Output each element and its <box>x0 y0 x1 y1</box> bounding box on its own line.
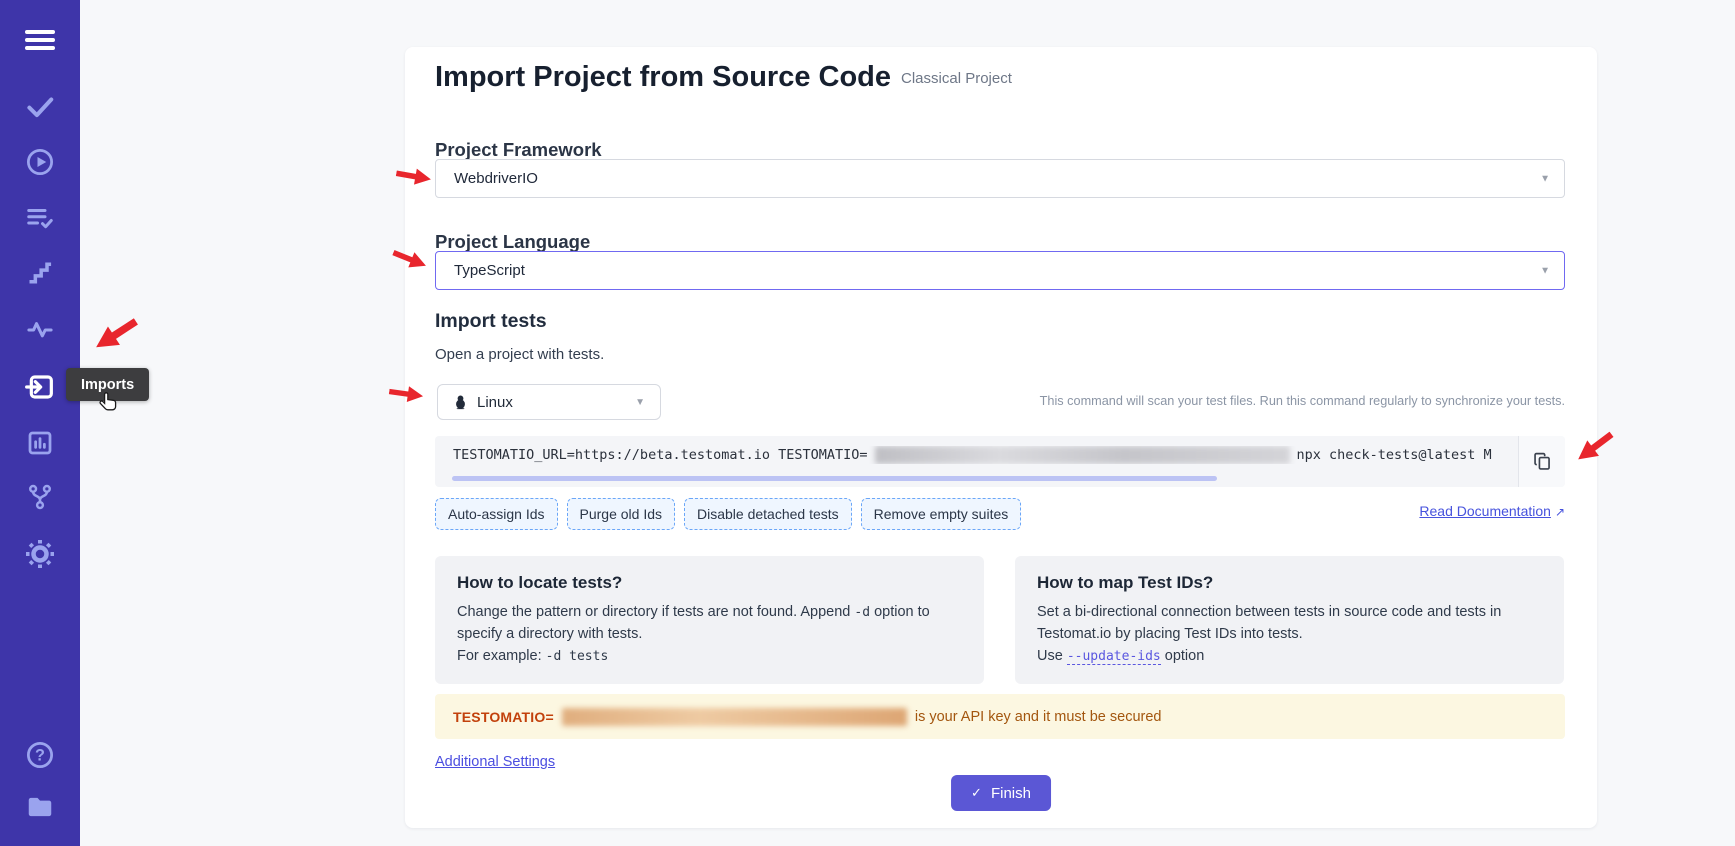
import-tests-heading: Import tests <box>435 310 547 333</box>
read-documentation-label: Read Documentation <box>1419 503 1551 519</box>
check-icon: ✓ <box>971 785 982 801</box>
sidebar-item-runs[interactable] <box>24 146 56 178</box>
info-text: Set a bi-directional connection between … <box>1037 604 1501 642</box>
chevron-down-icon: ▼ <box>1540 265 1550 276</box>
sidebar-item-settings[interactable] <box>24 538 56 570</box>
chevron-down-icon: ▼ <box>635 397 645 408</box>
help-icon: ? <box>25 740 55 770</box>
cursor-pointer-icon <box>98 391 122 420</box>
horizontal-scrollbar[interactable] <box>452 476 1217 481</box>
annotation-arrow-imports <box>86 309 144 361</box>
info-box-body: Set a bi-directional connection between … <box>1037 602 1542 667</box>
play-circle-icon <box>25 147 55 177</box>
sidebar-item-tests[interactable] <box>24 91 56 123</box>
project-type-badge: Classical Project <box>901 70 1012 87</box>
warning-text: is your API key and it must be secured <box>915 709 1162 725</box>
info-box-map-test-ids: How to map Test IDs? Set a bi-directiona… <box>1015 556 1564 684</box>
page-title-text: Import Project from Source Code <box>435 61 891 93</box>
list-check-icon <box>25 203 55 233</box>
api-key-warning: TESTOMATIO= is your API key and it must … <box>435 694 1565 739</box>
info-text: Change the pattern or directory if tests… <box>457 604 854 620</box>
info-box-title: How to map Test IDs? <box>1037 573 1542 593</box>
sidebar-item-branches[interactable] <box>24 481 56 513</box>
command-text: TESTOMATIO_URL=https://beta.testomat.io … <box>453 446 1515 464</box>
info-text: Use <box>1037 648 1067 664</box>
redacted-api-key <box>875 446 1290 464</box>
info-box-body: Change the pattern or directory if tests… <box>457 602 962 667</box>
steps-icon <box>26 259 54 287</box>
annotation-arrow-os <box>388 381 427 408</box>
sidebar-item-help[interactable]: ? <box>24 739 56 771</box>
option-auto-assign-ids[interactable]: Auto-assign Ids <box>435 498 558 530</box>
import-tests-description: Open a project with tests. <box>435 346 604 363</box>
activity-icon <box>26 316 54 344</box>
import-project-card: Import Project from Source Code Classical… <box>405 47 1597 828</box>
sidebar-item-imports[interactable] <box>24 371 56 403</box>
copy-command-button[interactable] <box>1518 436 1565 487</box>
check-icon <box>25 92 55 122</box>
sidebar-item-pulse[interactable] <box>24 314 56 346</box>
option-disable-detached-tests[interactable]: Disable detached tests <box>684 498 852 530</box>
info-box-locate-tests: How to locate tests? Change the pattern … <box>435 556 984 684</box>
command-box: TESTOMATIO_URL=https://beta.testomat.io … <box>435 436 1565 487</box>
gear-icon <box>25 539 55 569</box>
read-documentation-link[interactable]: Read Documentation ↗ <box>1419 503 1565 519</box>
info-text: For example: <box>457 648 546 664</box>
language-value: TypeScript <box>454 262 525 279</box>
code-snippet: -d tests <box>546 649 609 664</box>
svg-text:?: ? <box>35 747 45 765</box>
language-select[interactable]: TypeScript ▼ <box>435 251 1565 290</box>
redacted-api-key <box>562 708 907 726</box>
command-hint: This command will scan your test files. … <box>1040 394 1565 408</box>
os-select[interactable]: Linux ▼ <box>437 384 661 420</box>
framework-value: WebdriverIO <box>454 170 538 187</box>
command-prefix: TESTOMATIO_URL=https://beta.testomat.io … <box>453 447 868 463</box>
finish-button[interactable]: ✓ Finish <box>951 775 1051 811</box>
sidebar: ? <box>0 0 80 846</box>
linux-penguin-icon <box>453 394 468 410</box>
framework-label: Project Framework <box>435 139 602 161</box>
chevron-down-icon: ▼ <box>1540 173 1550 184</box>
imports-icon <box>24 371 56 403</box>
os-value: Linux <box>477 394 513 411</box>
command-suffix: npx check-tests@latest M <box>1297 447 1492 463</box>
option-remove-empty-suites[interactable]: Remove empty suites <box>861 498 1022 530</box>
framework-select[interactable]: WebdriverIO ▼ <box>435 159 1565 198</box>
sidebar-item-plans[interactable] <box>24 202 56 234</box>
import-options: Auto-assign Ids Purge old Ids Disable de… <box>435 498 1021 530</box>
screen: ? Imports Import Project from Source Cod… <box>0 0 1735 846</box>
folder-icon <box>25 792 55 822</box>
info-text: option <box>1161 648 1205 664</box>
option-purge-old-ids[interactable]: Purge old Ids <box>567 498 676 530</box>
bar-chart-icon <box>25 428 55 458</box>
warning-key-prefix: TESTOMATIO= <box>453 709 554 725</box>
external-link-icon: ↗ <box>1555 505 1565 519</box>
page-title: Import Project from Source Code Classical… <box>435 61 1012 94</box>
additional-settings-link[interactable]: Additional Settings <box>435 754 555 770</box>
copy-icon <box>1532 451 1553 472</box>
menu-icon[interactable] <box>25 26 55 52</box>
code-snippet: -d <box>854 605 870 620</box>
sidebar-item-milestones[interactable] <box>24 257 56 289</box>
info-box-title: How to locate tests? <box>457 573 962 593</box>
sidebar-item-projects[interactable] <box>24 791 56 823</box>
language-label: Project Language <box>435 231 590 253</box>
finish-label: Finish <box>991 785 1031 802</box>
update-ids-link[interactable]: --update-ids <box>1067 649 1161 665</box>
branch-icon <box>25 482 55 512</box>
sidebar-item-analytics[interactable] <box>24 427 56 459</box>
